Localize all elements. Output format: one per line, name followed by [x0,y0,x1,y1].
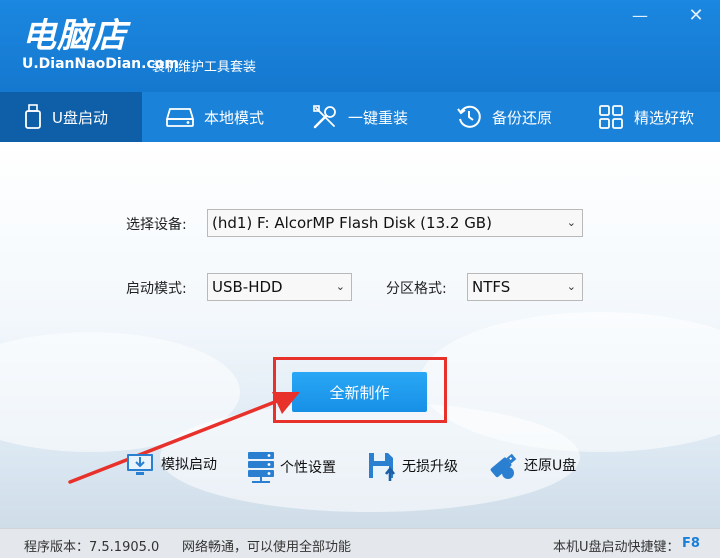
tool-label: 个性设置 [280,460,336,476]
boot-mode-select[interactable]: USB-HDD ⌄ [207,273,352,301]
app-subtitle: 装机维护工具套装 [152,60,257,75]
simulate-boot-button[interactable]: 模拟启动 [125,450,217,478]
tab-one-click-reinstall[interactable]: 一键重装 [312,92,408,142]
logo-chinese: 电脑店 [22,16,127,56]
server-stack-icon [248,452,274,483]
network-status-text: 网络畅通，可以使用全部功能 [182,540,352,555]
lossless-upgrade-button[interactable]: 无损升级 [366,450,458,482]
tab-label: 一键重装 [348,108,409,127]
usb-stick-icon [490,453,517,479]
minimize-button[interactable]: — [628,6,652,26]
tool-label: 无损升级 [402,459,458,475]
boot-mode-label: 启动模式: [126,281,187,297]
hotkey-label: 本机U盘启动快捷键： [553,540,680,555]
close-button[interactable]: ✕ [684,6,708,26]
tools-icon [313,105,336,129]
create-new-button[interactable]: 全新制作 [292,372,427,412]
chevron-down-icon: ⌄ [566,280,576,293]
status-bar: 程序版本：7.5.1905.0 网络畅通，可以使用全部功能 本机U盘启动快捷键：… [0,528,720,558]
hard-disk-icon [166,108,194,127]
device-select[interactable]: (hd1) F: AlcorMP Flash Disk (13.2 GB) ⌄ [207,209,583,237]
usb-drive-icon [25,104,41,129]
tab-label: 备份还原 [492,108,553,127]
main-tabs: U盘启动 本地模式 一键重装 备份还原 精选好软 [0,92,720,142]
version-text: 程序版本：7.5.1905.0 [24,540,160,555]
chevron-down-icon: ⌄ [335,280,345,293]
hotkey-value: F8 [682,536,700,551]
grid-icon [599,105,623,129]
chevron-down-icon: ⌄ [566,216,576,229]
tab-label: 本地模式 [204,108,265,127]
app-window: 电脑店 U.DianNaoDian.com 装机维护工具套装 — ✕ U盘启动 … [0,0,720,558]
history-icon [457,105,481,128]
tab-local-mode[interactable]: 本地模式 [166,92,264,142]
monitor-download-icon [127,454,153,475]
title-bar: 电脑店 U.DianNaoDian.com 装机维护工具套装 — ✕ [0,0,720,92]
tab-label: 精选好软 [634,108,695,127]
partition-label: 分区格式: [386,281,447,297]
tab-label: U盘启动 [52,108,108,127]
main-panel: 选择设备: (hd1) F: AlcorMP Flash Disk (13.2 … [0,142,720,528]
tool-label: 还原U盘 [524,458,577,474]
save-upload-icon [369,453,396,481]
personal-settings-button[interactable]: 个性设置 [246,450,336,484]
tab-selected-software[interactable]: 精选好软 [598,92,694,142]
restore-usb-button[interactable]: 还原U盘 [486,450,576,480]
tab-usb-boot[interactable]: U盘启动 [0,92,142,142]
device-value: (hd1) F: AlcorMP Flash Disk (13.2 GB) [212,214,492,232]
partition-value: NTFS [472,278,511,296]
tool-label: 模拟启动 [161,457,217,473]
tab-backup-restore[interactable]: 备份还原 [456,92,552,142]
boot-mode-value: USB-HDD [212,278,283,296]
partition-select[interactable]: NTFS ⌄ [467,273,583,301]
device-label: 选择设备: [126,217,187,233]
